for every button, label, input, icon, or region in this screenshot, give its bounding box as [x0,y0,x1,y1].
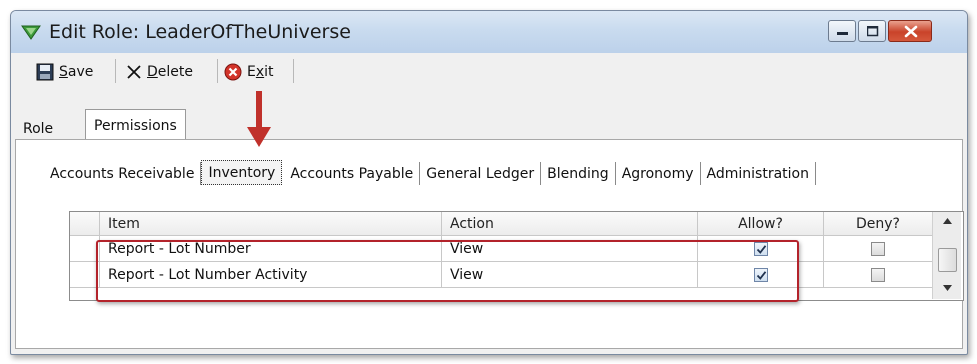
column-header-deny[interactable]: Deny? [824,212,932,236]
exit-button[interactable]: Exit [224,59,274,85]
toolbar: Save Delete Exit [11,53,967,89]
minimize-button[interactable] [828,20,856,42]
delete-button[interactable]: Delete [126,59,193,85]
tab-administration[interactable]: Administration [701,162,816,185]
save-button[interactable]: Save [36,59,93,85]
exit-label-mnemonic: x [255,64,265,80]
exit-label-end: it [264,64,274,80]
edit-role-window: Edit Role: LeaderOfTheUniverse Save Dele… [10,10,968,355]
tab-general-ledger[interactable]: General Ledger [420,162,542,185]
column-header-action[interactable]: Action [442,212,698,236]
delete-label: elete [157,64,193,80]
deny-checkbox[interactable] [871,268,885,282]
scroll-thumb[interactable] [938,248,957,272]
cell-deny [824,262,932,288]
red-arrow-annotation [247,91,271,147]
tab-blending-label: Blending [547,166,609,182]
toolbar-separator [217,59,218,83]
tab-accounts-payable-label: Accounts Payable [290,166,414,182]
tab-blending[interactable]: Blending [541,162,616,185]
scroll-down-button[interactable] [938,284,956,298]
column-allow-label: Allow? [738,216,783,232]
floppy-disk-icon [36,63,54,81]
tab-inventory-label: Inventory [208,165,276,181]
tab-accounts-receivable[interactable]: Accounts Receivable [44,162,202,185]
title-bar[interactable]: Edit Role: LeaderOfTheUniverse [11,11,967,53]
close-icon [904,25,918,38]
grid-header: Item Action Allow? Deny? [70,212,932,236]
tab-general-ledger-label: General Ledger [426,166,535,182]
tab-agronomy[interactable]: Agronomy [616,162,701,185]
vertical-scrollbar[interactable] [932,212,961,299]
red-x-circle-icon [224,63,242,81]
tab-permissions-label: Permissions [94,118,177,134]
green-triangle-icon [21,25,41,40]
row-selector-header [70,212,100,236]
toolbar-separator [115,59,116,83]
tab-permissions[interactable]: Permissions [85,109,186,141]
red-highlight-annotation [96,240,799,302]
save-label: ave [67,64,94,80]
maximize-button[interactable] [858,20,886,42]
cell-deny [824,236,932,262]
tab-administration-label: Administration [706,166,809,182]
column-action-label: Action [450,216,494,232]
exit-label-start: E [247,64,256,80]
column-deny-label: Deny? [856,216,900,232]
chevron-up-icon [942,218,952,224]
module-tabs: Accounts Receivable Inventory Accounts P… [44,157,816,185]
tab-role-label: Role [23,121,54,137]
x-icon [127,65,141,79]
column-item-label: Item [108,216,140,232]
save-label-mnemonic: S [59,64,68,80]
tab-accounts-receivable-label: Accounts Receivable [50,166,195,182]
tab-accounts-payable[interactable]: Accounts Payable [284,162,421,185]
tab-inventory[interactable]: Inventory [201,160,283,185]
deny-checkbox[interactable] [871,242,885,256]
close-window-button[interactable] [888,20,932,42]
maximize-icon [867,26,879,37]
tab-agronomy-label: Agronomy [621,166,694,182]
column-header-allow[interactable]: Allow? [698,212,824,236]
scroll-up-button[interactable] [938,217,956,231]
minimize-icon [837,32,848,35]
chevron-down-icon [942,285,952,291]
delete-label-mnemonic: D [147,64,158,80]
window-title: Edit Role: LeaderOfTheUniverse [49,21,351,43]
column-header-item[interactable]: Item [100,212,442,236]
toolbar-separator [293,59,294,83]
